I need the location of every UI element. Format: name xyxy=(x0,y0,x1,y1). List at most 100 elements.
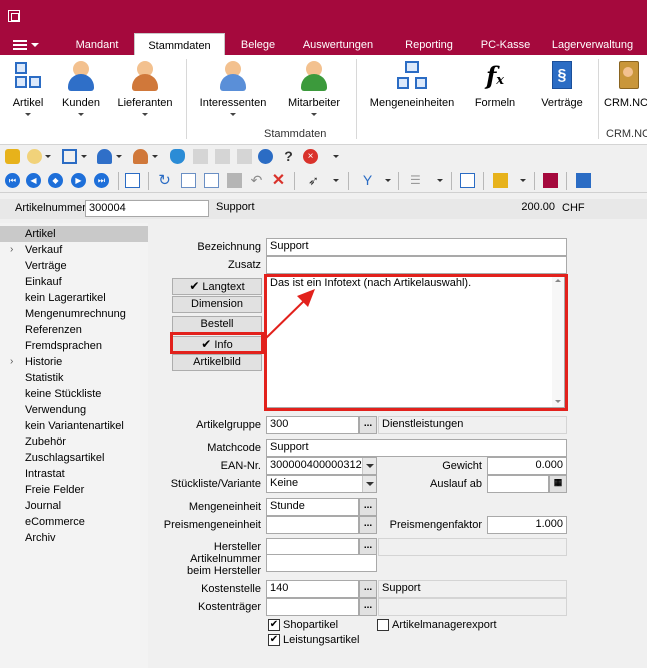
vertraege-button[interactable]: § Verträge xyxy=(534,59,590,119)
kunden-button[interactable]: Kunden xyxy=(58,59,104,119)
shopartikel-checkbox[interactable]: ✔ xyxy=(268,619,280,631)
chevron-down-icon[interactable] xyxy=(152,155,158,158)
pointer-icon[interactable]: ➶ xyxy=(306,173,321,188)
chevron-down-icon[interactable] xyxy=(81,155,87,158)
dimension-button[interactable]: Dimension xyxy=(172,296,262,313)
nav-item[interactable]: keine Stückliste xyxy=(0,386,148,402)
tab-pc-kasse[interactable]: PC-Kasse xyxy=(473,33,538,55)
file-menu-icon[interactable] xyxy=(10,37,42,52)
chevron-down-icon[interactable] xyxy=(520,179,526,182)
artikelgruppe-field[interactable]: 300 xyxy=(266,416,359,434)
customize-icon[interactable] xyxy=(333,155,339,158)
artikelgruppe-lookup-button[interactable]: ... xyxy=(359,416,377,434)
chevron-right-icon[interactable]: › xyxy=(10,354,13,370)
bezeichnung-field[interactable]: Support xyxy=(266,238,567,256)
delete-icon[interactable]: ✕ xyxy=(271,173,286,189)
ean-field[interactable]: 300000400000312 xyxy=(266,457,377,475)
lieferanten-button[interactable]: Lieferanten xyxy=(112,59,178,119)
stueckliste-select[interactable]: Keine xyxy=(266,475,377,493)
nav-item[interactable]: Zuschlagsartikel xyxy=(0,450,148,466)
article-number-field[interactable]: 300004 xyxy=(85,200,209,217)
artikelbild-button[interactable]: Artikelbild xyxy=(172,354,262,371)
last-record-icon[interactable]: ⏭ xyxy=(94,173,109,188)
help-icon[interactable]: ? xyxy=(281,149,296,164)
print-icon[interactable] xyxy=(493,173,508,188)
paste-icon[interactable] xyxy=(215,149,230,164)
mengeneinheit-lookup-button[interactable]: ... xyxy=(359,498,377,516)
select-icon[interactable] xyxy=(460,173,475,188)
nav-item[interactable]: Referenzen xyxy=(0,322,148,338)
interessenten-button[interactable]: Interessenten xyxy=(195,59,271,119)
artikelmanagerexport-checkbox[interactable] xyxy=(377,619,389,631)
database-icon[interactable] xyxy=(5,149,20,164)
leistungsartikel-checkbox[interactable]: ✔ xyxy=(268,634,280,646)
nav-item[interactable]: Verwendung xyxy=(0,402,148,418)
previous-record-icon[interactable]: ◀ xyxy=(26,173,41,188)
filter-icon[interactable]: Y xyxy=(360,173,375,188)
lieferanten-small-icon[interactable] xyxy=(133,149,148,164)
chevron-down-icon[interactable] xyxy=(437,179,443,182)
duplicate-icon[interactable] xyxy=(204,173,219,188)
table-icon[interactable] xyxy=(125,173,140,188)
tab-reporting[interactable]: Reporting xyxy=(385,33,473,55)
coins-icon[interactable] xyxy=(27,149,42,164)
save-icon[interactable] xyxy=(227,173,242,188)
copy-icon[interactable] xyxy=(193,149,208,164)
chevron-down-icon[interactable] xyxy=(385,179,391,182)
herstellernr-field[interactable] xyxy=(266,554,377,572)
calendar-icon[interactable]: ▦ xyxy=(549,475,567,493)
nav-item[interactable]: Fremdsprachen xyxy=(0,338,148,354)
tab-stammdaten[interactable]: Stammdaten xyxy=(134,33,225,56)
artikel-button[interactable]: Artikel xyxy=(6,59,50,119)
chevron-down-icon[interactable] xyxy=(362,458,376,474)
kostenstelle-field[interactable]: 140 xyxy=(266,580,359,598)
nav-item[interactable]: kein Variantenartikel xyxy=(0,418,148,434)
gewicht-field[interactable]: 0.000 xyxy=(487,457,567,475)
ship-icon[interactable] xyxy=(170,149,185,164)
crm-button[interactable]: CRM.NC xyxy=(604,59,647,119)
mitarbeiter-button[interactable]: Mitarbeiter xyxy=(281,59,347,119)
kostentraeger-field[interactable] xyxy=(266,598,359,616)
tab-lagerverwaltung[interactable]: Lagerverwaltung xyxy=(538,33,647,55)
formeln-button[interactable]: fx Formeln xyxy=(468,59,522,119)
nav-item[interactable]: Einkauf xyxy=(0,274,148,290)
nav-item[interactable]: Zubehör xyxy=(0,434,148,450)
nav-item[interactable]: Freie Felder xyxy=(0,482,148,498)
kunden-small-icon[interactable] xyxy=(97,149,112,164)
preismengeneinheit-field[interactable] xyxy=(266,516,359,534)
undo-icon[interactable]: ↶ xyxy=(249,173,264,188)
artikel-small-icon[interactable] xyxy=(62,149,77,164)
search-record-icon[interactable]: ◆ xyxy=(48,173,63,188)
matchcode-field[interactable]: Support xyxy=(266,439,567,457)
globe-icon[interactable] xyxy=(258,149,273,164)
nav-item[interactable]: Verträge xyxy=(0,258,148,274)
nav-item[interactable]: Artikel xyxy=(0,226,148,242)
chevron-down-icon[interactable] xyxy=(116,155,122,158)
tree-icon[interactable]: ☰ xyxy=(410,173,425,188)
close-icon[interactable]: × xyxy=(303,149,318,164)
nav-item[interactable]: › Historie xyxy=(0,354,148,370)
nav-item[interactable]: › Verkauf xyxy=(0,242,148,258)
refresh-icon[interactable]: ↻ xyxy=(157,173,172,188)
kostentraeger-lookup-button[interactable]: ... xyxy=(359,598,377,616)
preismengenfaktor-field[interactable]: 1.000 xyxy=(487,516,567,534)
nav-item[interactable]: Journal xyxy=(0,498,148,514)
first-record-icon[interactable]: ⏮ xyxy=(5,173,20,188)
chevron-right-icon[interactable]: › xyxy=(10,242,13,258)
chevron-down-icon[interactable] xyxy=(362,476,376,492)
app-icon[interactable] xyxy=(8,10,20,22)
chevron-down-icon[interactable] xyxy=(45,155,51,158)
zusatz-field[interactable] xyxy=(266,256,567,274)
auslauf-field[interactable] xyxy=(487,475,549,493)
next-record-icon[interactable]: ▶ xyxy=(71,173,86,188)
tab-mandant[interactable]: Mandant xyxy=(60,33,134,55)
chevron-down-icon[interactable] xyxy=(333,179,339,182)
mengeneinheit-field[interactable]: Stunde xyxy=(266,498,359,516)
nav-item[interactable]: Archiv xyxy=(0,530,148,546)
kostenstelle-lookup-button[interactable]: ... xyxy=(359,580,377,598)
tab-auswertungen[interactable]: Auswertungen xyxy=(291,33,385,55)
bestell-button[interactable]: Bestell xyxy=(172,316,262,333)
new-icon[interactable] xyxy=(181,173,196,188)
preismengeneinheit-lookup-button[interactable]: ... xyxy=(359,516,377,534)
nav-item[interactable]: Intrastat xyxy=(0,466,148,482)
